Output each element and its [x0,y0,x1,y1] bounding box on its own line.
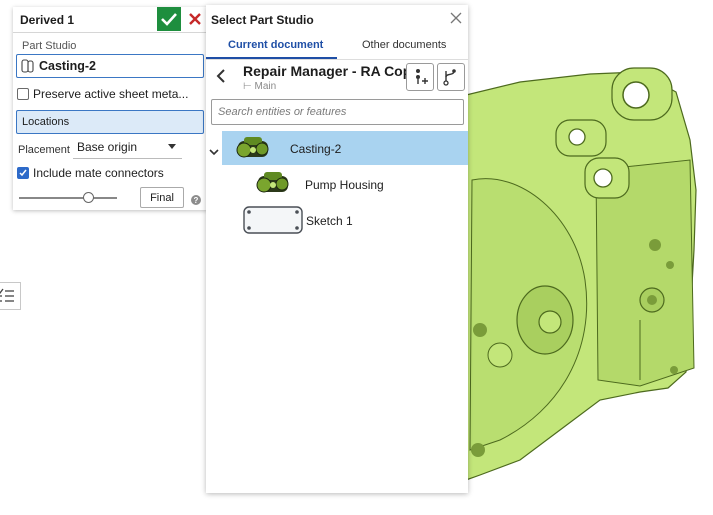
confirm-button[interactable] [157,7,181,31]
tab-other-documents[interactable]: Other documents [362,39,446,51]
tree-item-casting[interactable]: Casting-2 [222,131,468,165]
add-version-icon [416,69,428,84]
branch-name: Main [254,81,277,92]
sketch-thumbnail [243,206,303,234]
dialog-title: Select Part Studio [211,13,314,27]
branch-label: ⊢ Main [243,81,276,92]
derived-feature-panel: Derived 1 Part Studio Casting-2 Preserve… [13,7,208,210]
part-studio-icon [21,59,34,73]
include-mate-checkbox[interactable] [17,167,29,179]
chevron-down-icon[interactable] [209,147,219,157]
search-input[interactable] [216,105,460,119]
close-x-icon [189,13,201,25]
tree-item-label: Sketch 1 [306,214,353,228]
add-version-button[interactable] [406,63,434,91]
rollback-slider-thumb[interactable] [83,192,94,203]
include-mate-label: Include mate connectors [33,166,164,180]
placement-label: Placement [18,144,70,156]
close-icon[interactable] [449,11,463,25]
tree-item-label: Pump Housing [305,178,384,192]
chevron-down-icon [168,144,176,149]
select-part-studio-dialog: Select Part Studio Current document Othe… [206,5,468,493]
search-box[interactable] [211,99,464,125]
preserve-checkbox[interactable] [17,88,29,100]
green-casting-model [461,67,697,481]
tree-item-pump-housing[interactable]: Pump Housing [206,167,468,201]
list-check-icon [0,288,14,302]
tree-item-sketch[interactable]: Sketch 1 [206,203,468,237]
derived-panel-title: Derived 1 [20,13,75,27]
branch-icon: ⊢ [243,81,255,92]
feature-list-toggle[interactable] [0,282,21,310]
checkmark-icon [161,13,177,26]
rollback-slider-track[interactable] [19,197,117,199]
part-studio-field[interactable]: Casting-2 [16,54,204,78]
preserve-option-row[interactable]: Preserve active sheet meta... [17,87,188,101]
placement-select[interactable]: Base origin [73,136,182,159]
preserve-label: Preserve active sheet meta... [33,87,189,101]
tab-current-document[interactable]: Current document [228,39,323,51]
pump-housing-thumbnail [256,172,289,193]
part-studio-value: Casting-2 [39,59,96,73]
tab-bar: Current document Other documents [206,34,468,60]
document-name: Repair Manager - RA Copy [243,63,420,79]
part-studio-label: Part Studio [22,40,77,52]
derived-panel-header: Derived 1 [13,7,208,33]
cancel-button[interactable] [186,10,204,28]
locations-label: Locations [22,116,70,128]
checkmark-icon [19,169,27,177]
branch-graph-icon [443,69,456,86]
active-tab-indicator [206,57,337,59]
back-arrow-icon[interactable] [214,67,228,85]
casting-thumbnail [236,137,269,158]
help-icon[interactable]: ? [191,195,201,205]
branch-button[interactable] [437,63,465,91]
final-button[interactable]: Final [140,187,184,208]
locations-field[interactable]: Locations [16,110,204,134]
include-mate-row[interactable]: Include mate connectors [17,166,164,180]
tree-item-label: Casting-2 [290,142,342,156]
placement-value: Base origin [77,140,138,154]
